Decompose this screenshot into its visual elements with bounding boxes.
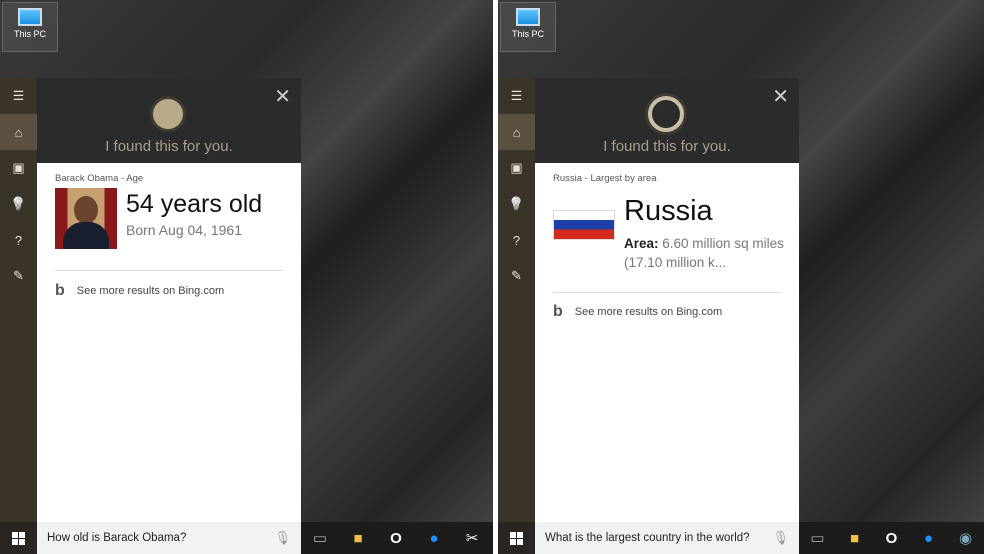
this-pc-label: This PC — [511, 29, 544, 39]
notebook-icon[interactable]: ▣ — [498, 150, 535, 186]
bing-link[interactable]: b See more results on Bing.com — [55, 282, 224, 300]
answer-detail: Area: 6.60 million sq miles (17.10 milli… — [624, 234, 784, 272]
task-view-icon[interactable]: ▭ — [301, 529, 339, 547]
answer-card: Barack Obama - Age 54 years old Born Aug… — [37, 163, 301, 522]
feedback-icon[interactable]: ✎ — [0, 258, 37, 294]
notebook-icon[interactable]: ▣ — [0, 150, 37, 186]
cortana-search-input[interactable]: How old is Barack Obama? 🎙 — [37, 522, 301, 554]
menu-icon[interactable]: ☰ — [0, 78, 37, 114]
home-icon[interactable]: ⌂ — [0, 114, 37, 150]
home-icon[interactable]: ⌂ — [498, 114, 535, 150]
file-explorer-icon[interactable]: ■ — [836, 530, 873, 547]
answer-subtitle: Barack Obama - Age — [55, 173, 144, 184]
answer-detail: Born Aug 04, 1961 — [126, 222, 242, 238]
search-query: What is the largest country in the world… — [545, 532, 750, 544]
cortana-search-input[interactable]: What is the largest country in the world… — [535, 522, 799, 554]
start-button[interactable] — [498, 522, 535, 554]
cortana-sidebar: ☰ ⌂ ▣ 💡 ? ✎ — [498, 78, 535, 522]
taskbar: ▭ ■ O ● ◉ — [799, 522, 984, 554]
app-icon[interactable]: ● — [910, 530, 947, 547]
help-icon[interactable]: ? — [498, 222, 535, 258]
bing-icon: b — [55, 282, 65, 299]
bing-link-label: See more results on Bing.com — [76, 285, 225, 297]
lightbulb-icon[interactable]: 💡 — [0, 186, 37, 222]
answer-subtitle: Russia - Largest by area — [553, 173, 657, 184]
close-icon[interactable]: ✕ — [772, 84, 789, 109]
answer-value: Russia — [624, 195, 713, 227]
bing-icon: b — [553, 303, 563, 320]
search-query: How old is Barack Obama? — [47, 532, 187, 544]
microphone-icon[interactable]: 🎙 — [772, 530, 789, 546]
divider — [55, 270, 283, 271]
windows-icon — [12, 531, 25, 545]
cortana-logo-icon — [150, 96, 186, 132]
russia-flag — [553, 210, 615, 240]
screenshot-right: This PC ☰ ⌂ ▣ 💡 ? ✎ I found this for you… — [498, 0, 984, 554]
cortana-message: I found this for you. — [105, 138, 233, 155]
help-icon[interactable]: ? — [0, 222, 37, 258]
opera-icon[interactable]: O — [873, 530, 910, 547]
task-view-icon[interactable]: ▭ — [799, 529, 836, 547]
cortana-header: I found this for you. ✕ — [37, 78, 301, 163]
cortana-logo-icon — [648, 96, 684, 132]
area-label: Area: — [624, 236, 659, 251]
taskbar: ▭ ■ O ● ✂ — [301, 522, 493, 554]
browser-icon[interactable]: ◉ — [947, 529, 984, 547]
this-pc-desktop-icon[interactable]: This PC — [500, 2, 556, 52]
opera-icon[interactable]: O — [377, 530, 415, 547]
this-pc-label: This PC — [13, 29, 46, 39]
divider — [553, 292, 781, 293]
cortana-message: I found this for you. — [603, 138, 731, 155]
file-explorer-icon[interactable]: ■ — [339, 530, 377, 547]
this-pc-desktop-icon[interactable]: This PC — [2, 2, 58, 52]
feedback-icon[interactable]: ✎ — [498, 258, 535, 294]
snipping-tool-icon[interactable]: ✂ — [453, 529, 491, 547]
lightbulb-icon[interactable]: 💡 — [498, 186, 535, 222]
start-button[interactable] — [0, 522, 37, 554]
obama-photo — [55, 188, 117, 249]
microphone-icon[interactable]: 🎙 — [274, 530, 291, 546]
app-icon[interactable]: ● — [415, 530, 453, 547]
monitor-icon — [516, 8, 540, 26]
monitor-icon — [18, 8, 42, 26]
cortana-sidebar: ☰ ⌂ ▣ 💡 ? ✎ — [0, 78, 37, 522]
bing-link[interactable]: b See more results on Bing.com — [553, 303, 722, 321]
screenshot-left: This PC ☰ ⌂ ▣ 💡 ? ✎ I found this for you… — [0, 0, 493, 554]
close-icon[interactable]: ✕ — [274, 84, 291, 109]
menu-icon[interactable]: ☰ — [498, 78, 535, 114]
windows-icon — [510, 531, 523, 545]
answer-card: Russia - Largest by area Russia Area: 6.… — [535, 163, 799, 522]
answer-value: 54 years old — [126, 190, 263, 218]
bing-link-label: See more results on Bing.com — [574, 306, 723, 318]
cortana-header: I found this for you. ✕ — [535, 78, 799, 163]
